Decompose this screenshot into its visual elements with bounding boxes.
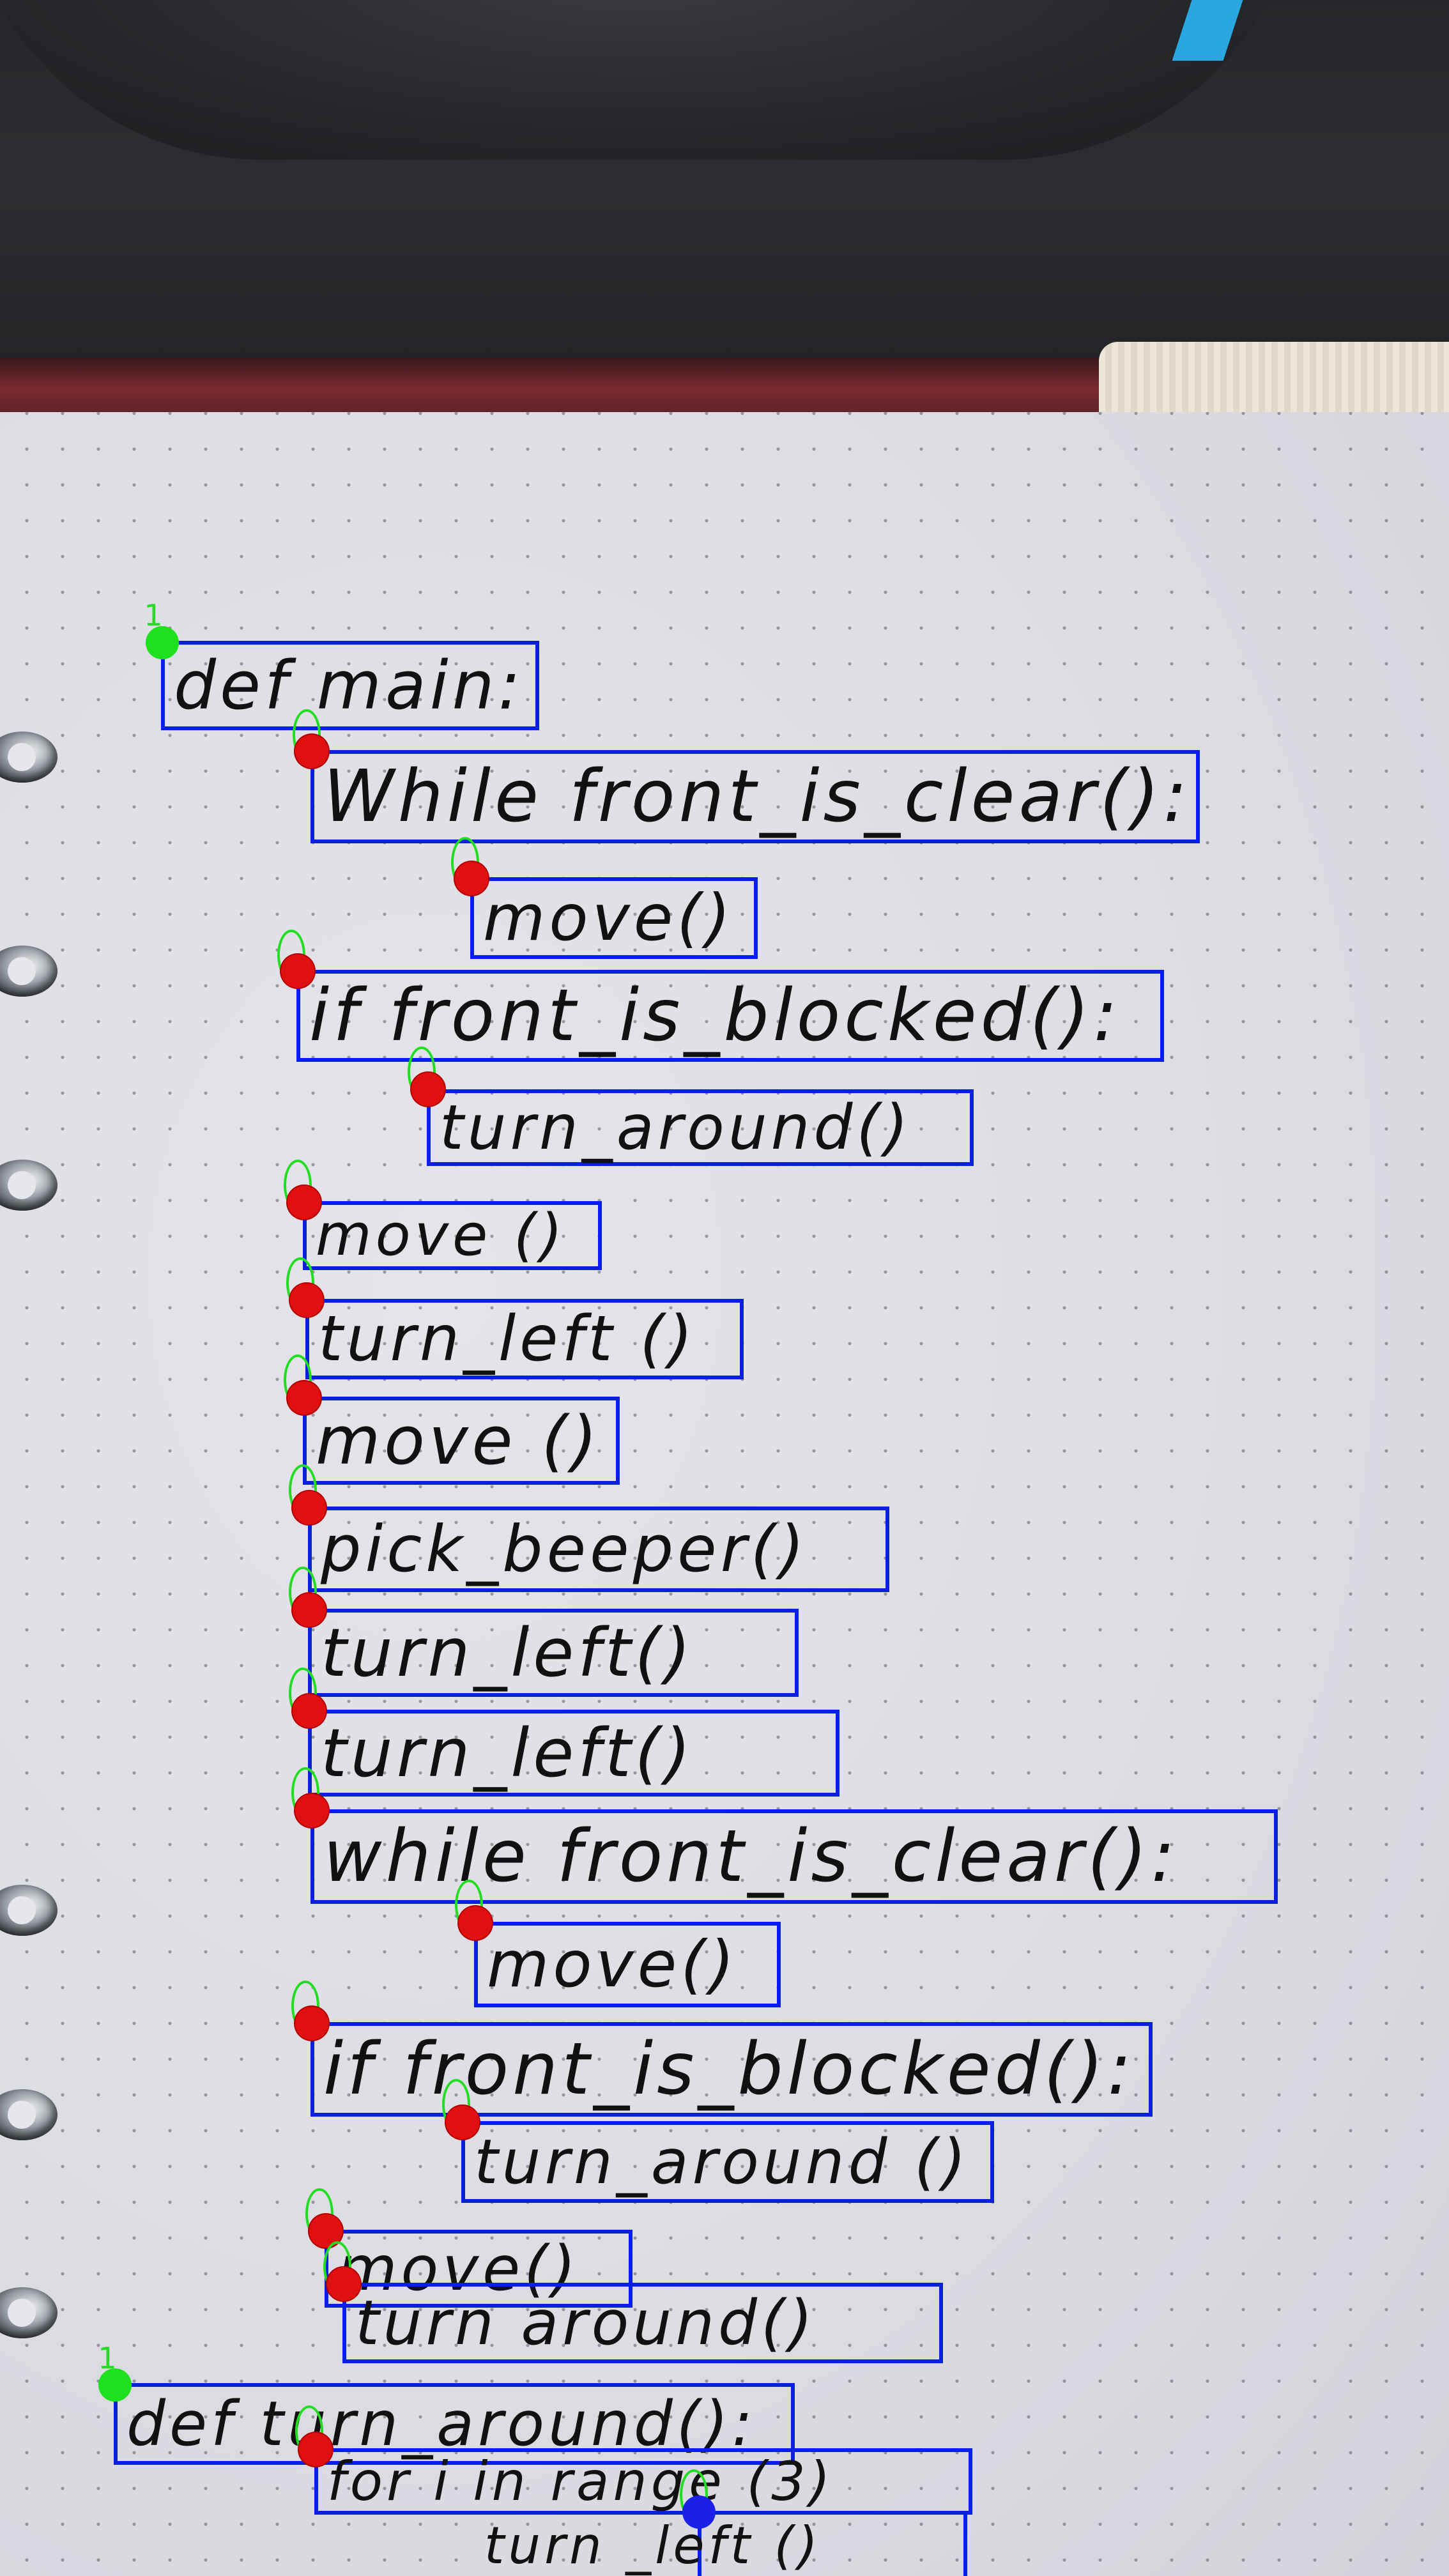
indent-marker xyxy=(327,2267,360,2301)
dark-object xyxy=(0,0,1303,160)
code-line-text: turn_left() xyxy=(321,1714,694,1792)
code-line-box: turn around() xyxy=(342,2283,943,2363)
code-line-text: move() xyxy=(483,880,735,955)
indent-marker xyxy=(295,1794,328,1827)
code-line-text: while front_is_clear(): xyxy=(323,1815,1179,1898)
indent-marker xyxy=(295,735,328,768)
code-line-box: if front_is_blocked(): xyxy=(310,2022,1153,2117)
notebook-page xyxy=(0,412,1449,2576)
code-line-text: pick_beeper() xyxy=(321,1512,808,1586)
code-line-text: def turn_around(): xyxy=(126,2388,757,2460)
code-line-box: move () xyxy=(303,1397,620,1485)
start-label: 1 xyxy=(98,2341,117,2375)
code-line-text: While front_is_clear(): xyxy=(323,755,1192,838)
indent-marker xyxy=(293,1593,326,1627)
code-line-box: while front_is_clear(): xyxy=(310,1809,1278,1904)
code-line-text: turn_left () xyxy=(318,1303,697,1376)
indent-marker xyxy=(288,1186,321,1219)
code-line-box: turn_around () xyxy=(461,2121,994,2203)
blue-marker xyxy=(682,2496,716,2529)
code-line-text: turn around() xyxy=(355,2287,816,2359)
code-line-box: move() xyxy=(470,877,758,959)
photo-stage: def main: While front_is_clear(): move()… xyxy=(0,0,1449,2576)
indent-marker xyxy=(299,2433,332,2466)
code-line-text: move () xyxy=(316,1202,567,1269)
indent-marker xyxy=(290,1284,323,1317)
code-line-text: turn_left() xyxy=(321,1614,694,1692)
indent-marker xyxy=(288,1381,321,1414)
code-line-box: turn_left () xyxy=(305,1299,744,1379)
code-line-box: While front_is_clear(): xyxy=(310,750,1200,843)
start-label: 1 xyxy=(144,598,163,632)
code-line-text: turn_around() xyxy=(440,1092,912,1163)
indent-marker xyxy=(293,1491,326,1524)
indent-marker xyxy=(295,2007,328,2040)
code-line-text: if front_is_blocked(): xyxy=(309,974,1121,1057)
code-line-text: move() xyxy=(487,1927,739,2002)
indent-marker xyxy=(293,1694,326,1728)
code-line-box: turn_left() xyxy=(308,1710,839,1797)
dot-grid xyxy=(0,412,1449,2576)
code-line-box: for i in range (3) xyxy=(314,2448,972,2515)
indent-marker xyxy=(459,1906,492,1940)
code-line-box: move() xyxy=(474,1922,781,2007)
code-line-box: pick_beeper() xyxy=(308,1506,889,1592)
code-line-box: turn_left() xyxy=(308,1609,799,1697)
code-line-text: turn_around () xyxy=(474,2126,970,2198)
code-line-text: def main: xyxy=(174,647,525,724)
indent-marker xyxy=(411,1073,445,1106)
code-line-text: turn _left () xyxy=(484,2516,822,2575)
code-line-text: for i in range (3) xyxy=(327,2450,834,2513)
code-line-box: turn _left () xyxy=(484,2511,967,2576)
code-line-text: move () xyxy=(316,1402,601,1480)
indent-marker xyxy=(281,954,314,988)
code-line-box: def main: xyxy=(161,641,539,730)
indent-marker xyxy=(446,2106,479,2139)
code-line-box: move () xyxy=(303,1201,602,1270)
code-line-box: turn_around() xyxy=(427,1089,974,1166)
indent-marker xyxy=(455,862,488,895)
